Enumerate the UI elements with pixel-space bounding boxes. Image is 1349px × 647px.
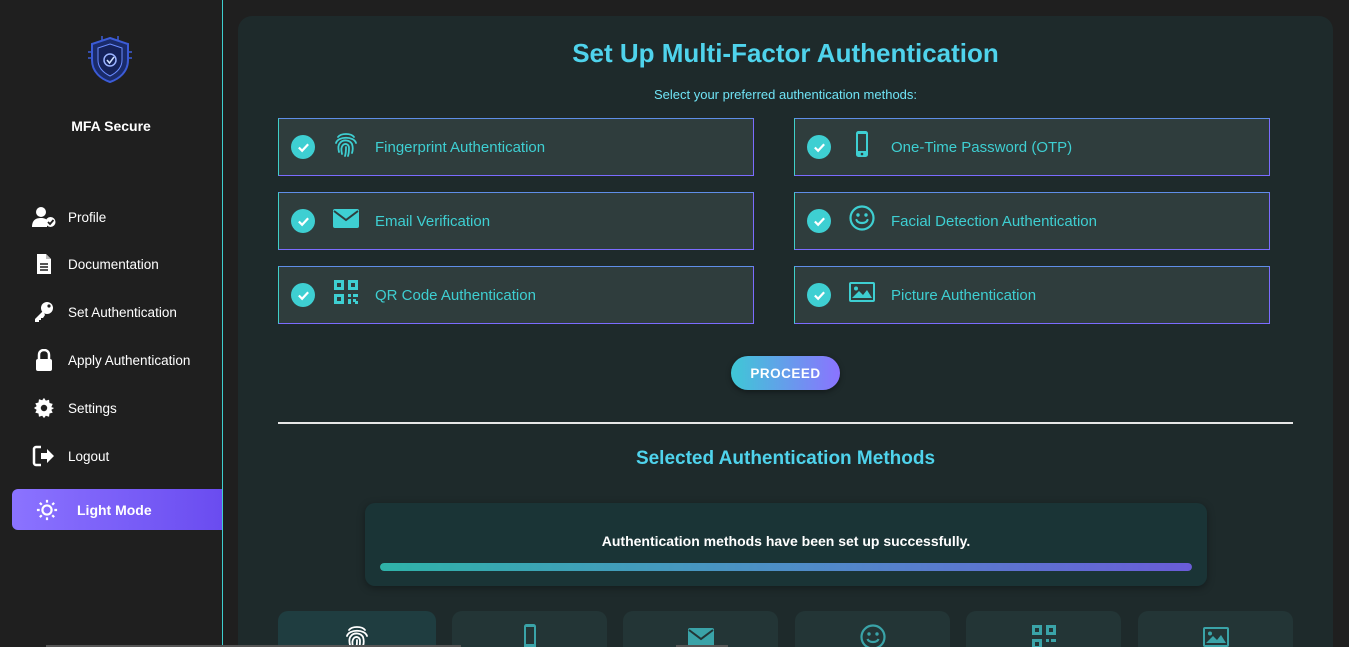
sidebar-item-set-authentication[interactable]: Set Authentication: [32, 300, 177, 324]
checkmark-icon[interactable]: [807, 283, 831, 307]
method-option-picture[interactable]: Picture Authentication: [794, 266, 1270, 324]
method-label: Picture Authentication: [891, 286, 1037, 304]
status-message: Authentication methods have been set up …: [601, 533, 971, 549]
method-option-email[interactable]: Email Verification: [278, 192, 754, 250]
light-mode-toggle[interactable]: Light Mode: [12, 489, 222, 530]
status-box: Authentication methods have been set up …: [365, 503, 1207, 586]
page-title: Set Up Multi-Factor Authentication: [572, 38, 999, 68]
sidebar-item-apply-authentication[interactable]: Apply Authentication: [32, 348, 190, 372]
image-icon: [1202, 627, 1229, 647]
sidebar-item-label: Documentation: [68, 256, 159, 272]
checkmark-icon[interactable]: [291, 209, 315, 233]
gear-icon: [33, 397, 55, 419]
lock-icon: [36, 349, 52, 371]
method-option-fingerprint[interactable]: Fingerprint Authentication: [278, 118, 754, 176]
checkmark-icon[interactable]: [807, 135, 831, 159]
qr-code-icon: [1031, 625, 1056, 647]
method-option-qr-code[interactable]: QR Code Authentication: [278, 266, 754, 324]
fingerprint-icon: [346, 626, 368, 647]
brand-name: MFA Secure: [71, 118, 151, 134]
method-label: One-Time Password (OTP): [891, 138, 1073, 156]
method-label: QR Code Authentication: [375, 286, 536, 304]
logout-icon: [32, 445, 54, 467]
sidebar-item-label: Settings: [68, 400, 117, 416]
user-check-icon: [32, 207, 56, 227]
shield-logo-icon: [88, 36, 132, 84]
smiley-face-icon: [859, 624, 886, 647]
selected-card-email[interactable]: [623, 611, 778, 647]
light-mode-label: Light Mode: [77, 501, 152, 518]
method-option-facial-detection[interactable]: Facial Detection Authentication: [794, 192, 1270, 250]
sidebar-item-logout[interactable]: Logout: [32, 444, 109, 468]
checkmark-icon[interactable]: [291, 283, 315, 307]
envelope-icon: [687, 628, 714, 647]
image-icon: [847, 277, 877, 307]
selected-card-fingerprint[interactable]: [278, 611, 436, 647]
key-icon: [35, 302, 53, 322]
selected-card-facial[interactable]: [795, 611, 950, 647]
sun-icon: [36, 499, 58, 520]
selected-card-otp[interactable]: [452, 611, 607, 647]
sidebar-item-profile[interactable]: Profile: [32, 205, 106, 229]
smiley-face-icon: [847, 203, 877, 233]
selected-methods-title: Selected Authentication Methods: [635, 448, 936, 469]
progress-bar: [380, 563, 1192, 571]
selected-card-picture[interactable]: [1138, 611, 1293, 647]
method-label: Facial Detection Authentication: [891, 212, 1097, 230]
method-label: Fingerprint Authentication: [375, 138, 546, 156]
checkmark-icon[interactable]: [291, 135, 315, 159]
sidebar-item-documentation[interactable]: Documentation: [32, 252, 159, 276]
qr-code-icon: [331, 277, 361, 307]
checkmark-icon[interactable]: [807, 209, 831, 233]
mobile-phone-icon: [847, 129, 877, 159]
sidebar: MFA Secure Profile Documentation Set Aut…: [0, 0, 223, 647]
fingerprint-icon: [331, 129, 361, 159]
sidebar-item-label: Logout: [68, 448, 110, 464]
selected-card-qr[interactable]: [966, 611, 1121, 647]
envelope-icon: [331, 203, 361, 233]
method-option-otp[interactable]: One-Time Password (OTP): [794, 118, 1270, 176]
progress-bar-fill: [380, 563, 1192, 571]
sidebar-item-label: Set Authentication: [68, 304, 177, 320]
mobile-phone-icon: [523, 624, 536, 647]
sidebar-item-label: Profile: [68, 209, 107, 225]
document-icon: [37, 254, 51, 274]
method-label: Email Verification: [375, 212, 491, 230]
proceed-button[interactable]: PROCEED: [731, 356, 840, 390]
section-divider: [278, 422, 1293, 424]
main-panel: Set Up Multi-Factor Authentication Selec…: [238, 16, 1333, 647]
sidebar-item-label: Apply Authentication: [68, 352, 191, 368]
page-subtitle: Select your preferred authentication met…: [653, 87, 918, 102]
sidebar-item-settings[interactable]: Settings: [32, 396, 117, 420]
